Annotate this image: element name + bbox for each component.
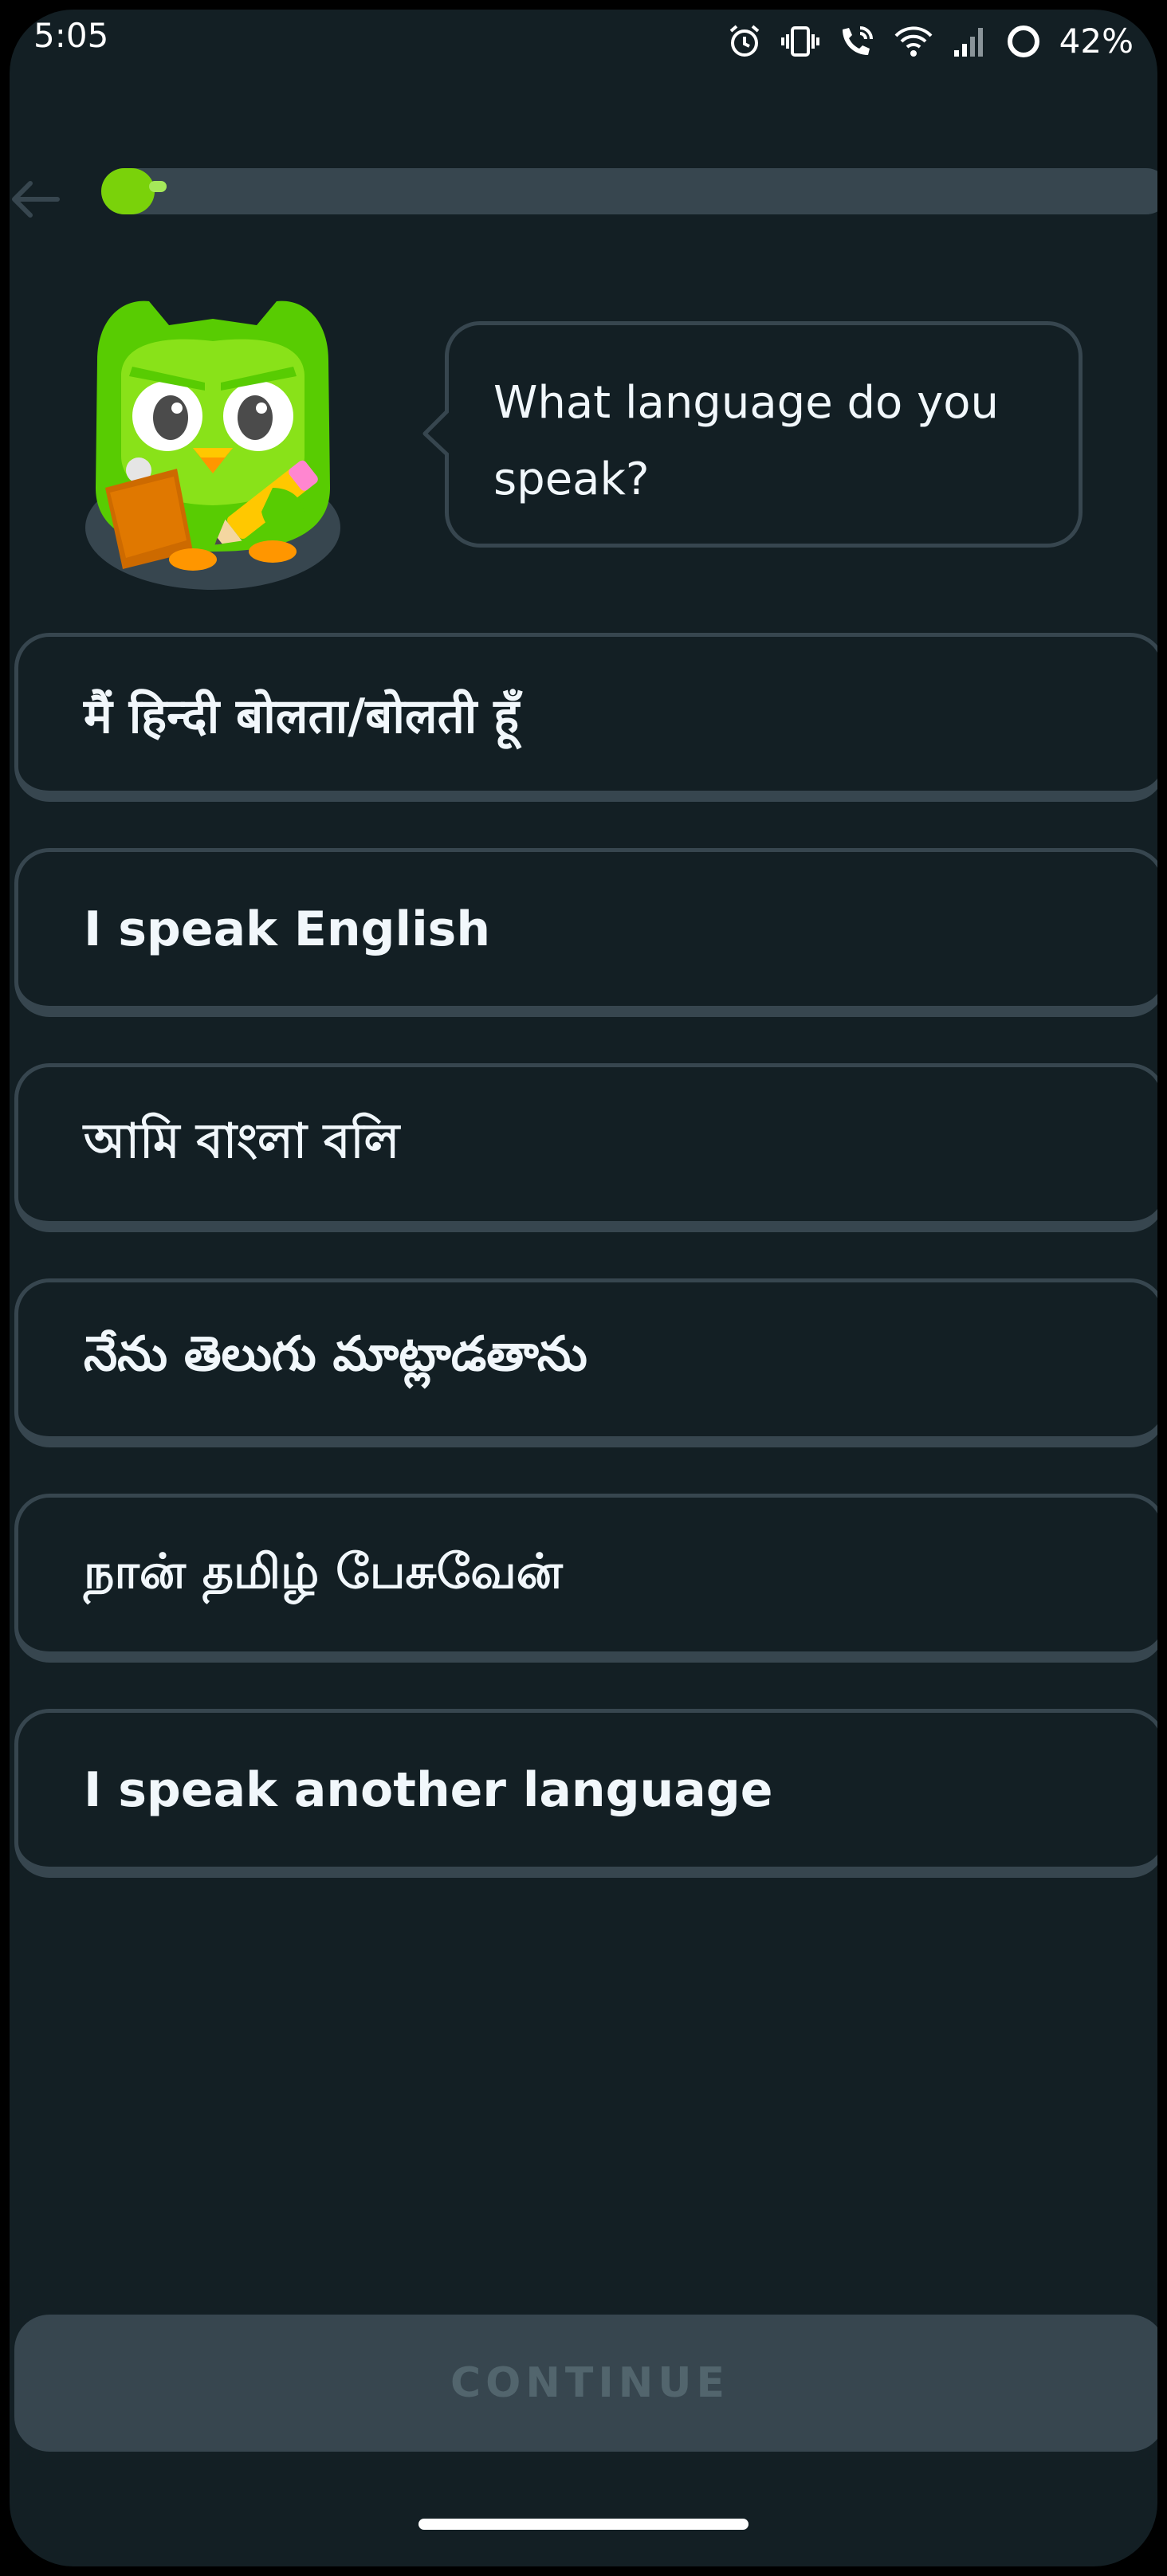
bubble-tail [422, 406, 449, 459]
back-button[interactable] [10, 169, 73, 233]
owl-mascot-icon [73, 289, 352, 599]
status-icons: 42% [726, 18, 1134, 65]
option-label: I speak English [84, 901, 491, 957]
progress-highlight [149, 181, 167, 192]
battery-percent: 42% [1059, 22, 1134, 61]
question-text: What language do you speak? [493, 377, 999, 505]
wifi-icon [894, 23, 933, 60]
option-label: நான் தமிழ் பேசுவேன் [84, 1543, 563, 1600]
arrow-left-icon [10, 179, 62, 222]
option-english[interactable]: I speak English [14, 848, 1157, 1017]
progress-fill [101, 168, 167, 214]
option-tamil[interactable]: நான் தமிழ் பேசுவேன் [14, 1494, 1157, 1663]
option-label: আমি বাংলা বলি [84, 1113, 400, 1169]
battery-icon [1005, 23, 1042, 60]
option-label: मैं हिन्दी बोलता/बोलती हूँ [84, 688, 520, 744]
option-other-language[interactable]: I speak another language [14, 1709, 1157, 1878]
option-bengali[interactable]: আমি বাংলা বলি [14, 1063, 1157, 1232]
progress-bar [101, 168, 1157, 214]
continue-label: CONTINUE [450, 2359, 729, 2407]
option-label: నేను తెలుగు మాట్లాడతాను [84, 1325, 587, 1382]
signal-icon [951, 23, 988, 60]
home-indicator[interactable] [418, 2519, 749, 2530]
option-label: I speak another language [84, 1761, 773, 1818]
option-telugu[interactable]: నేను తెలుగు మాట్లాడతాను [14, 1278, 1157, 1447]
status-time: 5:05 [33, 16, 109, 55]
speech-bubble: What language do you speak? [422, 321, 1083, 548]
wifi-calling-icon [838, 23, 876, 60]
alarm-icon [726, 23, 763, 60]
option-hindi[interactable]: मैं हिन्दी बोलता/बोलती हूँ [14, 633, 1157, 802]
status-bar: 5:05 42% [10, 10, 1157, 81]
vibrate-icon [780, 23, 820, 60]
continue-button[interactable]: CONTINUE [14, 2315, 1157, 2452]
app-screen: 5:05 42% What language do you speak? मैं… [10, 10, 1157, 2566]
